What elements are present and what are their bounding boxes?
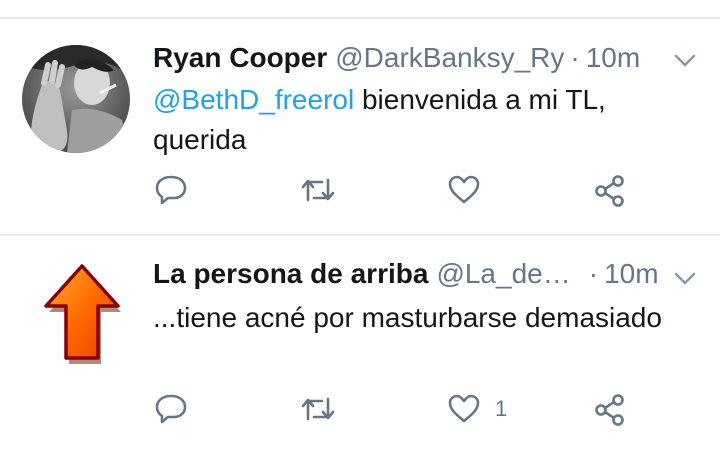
retweet-icon	[301, 397, 335, 421]
retweet-button[interactable]	[300, 174, 336, 206]
mention-link[interactable]: @BethD_freerol	[153, 84, 354, 115]
retweet-button[interactable]	[300, 393, 336, 425]
reply-button[interactable]	[154, 393, 188, 425]
chevron-down-icon[interactable]	[674, 54, 696, 68]
tweet-text-line-1: @BethD_freerol bienvenida a mi TL,	[153, 80, 713, 120]
tweet-header: Ryan Cooper @DarkBanksy_Ry · 10m	[153, 42, 640, 74]
timestamp[interactable]: 10m	[586, 42, 640, 74]
retweet-icon	[301, 178, 335, 202]
tweet-text-span: bienvenida a mi TL,	[354, 84, 606, 115]
like-button[interactable]	[447, 174, 495, 206]
share-button[interactable]	[594, 393, 626, 427]
separator: ·	[588, 258, 599, 289]
separator: ·	[570, 42, 580, 73]
share-icon	[595, 175, 624, 207]
avatar[interactable]	[22, 45, 130, 153]
tweet-text-line-2: querida	[153, 124, 247, 155]
display-name[interactable]: La persona de arriba	[153, 258, 428, 290]
like-button[interactable]: 1	[447, 393, 507, 425]
display-name[interactable]: Ryan Cooper	[153, 42, 327, 74]
timestamp[interactable]: 10m	[604, 258, 658, 290]
tweet-text: ...tiene acné por masturbarse demasiado	[153, 302, 662, 333]
reply-icon	[155, 394, 187, 424]
reply-button[interactable]	[154, 174, 188, 206]
tweet-actions	[0, 174, 720, 214]
tweet-1[interactable]: Ryan Cooper @DarkBanksy_Ry · 10m @BethD_…	[0, 0, 720, 234]
chevron-down-icon[interactable]	[674, 272, 696, 286]
reply-icon	[155, 175, 187, 205]
user-handle[interactable]: @La_de…	[436, 258, 570, 290]
up-arrow-icon	[44, 264, 121, 364]
avatar-photo	[22, 45, 130, 153]
tweet-text: @BethD_freerol bienvenida a mi TL, queri…	[153, 80, 713, 160]
like-count: 1	[495, 396, 508, 421]
tweet-header: La persona de arriba @La_de… · 10m	[153, 258, 659, 290]
tweet-2[interactable]: La persona de arriba @La_de… · 10m ...ti…	[0, 236, 720, 462]
heart-icon	[448, 175, 480, 204]
share-icon	[595, 394, 624, 426]
tweet-actions: 1	[0, 393, 720, 433]
share-button[interactable]	[594, 174, 626, 208]
user-handle[interactable]: @DarkBanksy_Ry	[335, 42, 564, 74]
heart-icon	[448, 394, 480, 423]
